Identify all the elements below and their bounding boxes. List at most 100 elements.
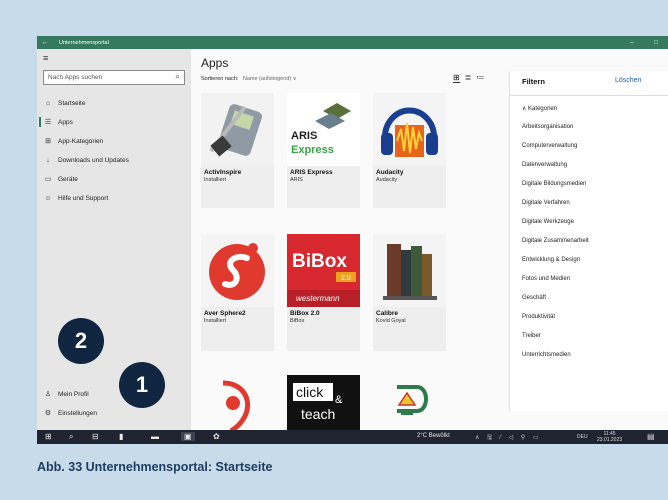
activinspire-logo-icon	[201, 93, 274, 166]
app-name: Calibre	[376, 310, 399, 317]
home-icon: ⌂	[45, 99, 51, 107]
category-item[interactable]: Digitale Bildungsmedien	[522, 181, 586, 187]
app-tile-aris-express[interactable]: ARIS Express ARIS Express ARIS	[287, 93, 360, 208]
weather-widget[interactable]: 2°C Bewölkt	[417, 433, 450, 439]
hamburger-menu-icon[interactable]: ≡	[43, 53, 48, 63]
category-item[interactable]: Fotos und Medien	[522, 276, 570, 282]
list-view-icon[interactable]: ≣	[465, 73, 472, 83]
category-item[interactable]: Treiber	[522, 333, 541, 339]
sidebar-item-label: Geräte	[58, 175, 78, 183]
title-bar: ← Unternehmensportal – □	[37, 36, 668, 49]
category-item[interactable]: Produktivität	[522, 314, 555, 320]
app-tile-partial-3[interactable]	[373, 375, 446, 444]
express-logo-text: Express	[291, 144, 334, 156]
main-content: Apps Sortieren nach: Name (aufsteigend) …	[191, 49, 668, 444]
sidebar-item-label: Downloads und Updates	[58, 156, 129, 164]
app-name: Audacity	[376, 169, 404, 176]
category-item[interactable]: Geschäft	[522, 295, 546, 301]
app-tile-calibre[interactable]: Calibre Kovid Goyal	[373, 234, 446, 351]
category-group-toggle[interactable]: ∧ Kategorien	[522, 105, 557, 112]
sort-control[interactable]: Sortieren nach: Name (aufsteigend) ∨	[201, 76, 297, 82]
filter-title: Filtern	[522, 77, 545, 86]
category-item[interactable]: Unterrichtsmedien	[522, 352, 571, 358]
callout-badge-1: 1	[119, 362, 165, 408]
sidebar-item-startseite[interactable]: ⌂ Startseite	[43, 96, 188, 110]
sidebar: ≡ Nach Apps suchen ⌕ ⌂ Startseite ☰ Apps…	[37, 49, 191, 430]
screenshot-frame: ← Unternehmensportal – □ ≡ Nach Apps suc…	[37, 36, 668, 444]
sort-dropdown[interactable]: Name (aufsteigend) ∨	[243, 76, 297, 82]
window-title: Unternehmensportal	[59, 39, 109, 46]
category-item[interactable]: Digitale Verfahren	[522, 200, 570, 206]
taskbar-app-icon[interactable]: ▮	[119, 432, 123, 441]
app-name: BiBox 2.0	[290, 310, 320, 317]
start-button[interactable]: ⊞	[45, 432, 52, 441]
teach-logo-text: teach	[301, 406, 335, 422]
taskbar-search-icon[interactable]: ⌕	[69, 432, 73, 442]
sidebar-item-hilfe[interactable]: ☺ Hilfe und Support	[43, 191, 188, 205]
category-item[interactable]: Datenverwaltung	[522, 162, 567, 168]
category-item[interactable]: Arbeitsorganisation	[522, 124, 573, 130]
system-tray-icons[interactable]: ∧ 🖫 ⁄ ◁ ⚲ ▭	[475, 433, 542, 443]
app-subtitle: Installiert	[204, 177, 227, 183]
sidebar-item-label: Hilfe und Support	[58, 194, 109, 202]
person-icon: ♙	[44, 391, 52, 398]
sidebar-item-apps[interactable]: ☰ Apps	[39, 115, 188, 129]
app-tile-aver-sphere2[interactable]: Aver Sphere2 Installiert	[201, 234, 274, 351]
calibre-logo-icon	[373, 234, 446, 307]
sidebar-item-label: Apps	[58, 118, 73, 126]
category-item[interactable]: Digitale Werkzeuge	[522, 219, 574, 225]
app-subtitle: Installiert	[204, 318, 227, 324]
app-tile-partial-1[interactable]	[201, 375, 274, 444]
maximize-button[interactable]: □	[644, 40, 668, 46]
grid-view-icon[interactable]: ⊞	[453, 73, 460, 83]
sidebar-item-downloads[interactable]: ↓ Downloads und Updates	[43, 153, 188, 167]
sidebar-item-label: Mein Profil	[58, 390, 89, 398]
sidebar-item-mein-profil[interactable]: ♙ Mein Profil	[43, 387, 188, 401]
app-tile-click-teach[interactable]: click & teach	[287, 375, 360, 444]
minimize-button[interactable]: –	[620, 40, 644, 46]
sort-label: Sortieren nach:	[201, 76, 239, 82]
view-switcher: ⊞ ≣ ≔	[453, 73, 484, 83]
app-subtitle: Kovid Goyal	[376, 318, 406, 324]
notification-icon[interactable]: ▤	[647, 432, 655, 441]
bibox-version-text: 2.0	[341, 275, 351, 282]
audacity-logo-icon	[373, 93, 446, 166]
figure-caption: Abb. 33 Unternehmensportal: Startseite	[37, 460, 273, 474]
category-item[interactable]: Entwicklung & Design	[522, 257, 580, 263]
search-placeholder: Nach Apps suchen	[48, 74, 103, 81]
category-item[interactable]: Computerverwaltung	[522, 143, 577, 149]
app-name: ActivInspire	[204, 169, 242, 176]
back-button[interactable]: ←	[37, 39, 53, 46]
sidebar-item-geraete[interactable]: ▭ Geräte	[43, 172, 188, 186]
search-icon[interactable]: ⌕	[176, 72, 180, 82]
category-item[interactable]: Digitale Zusammenarbeit	[522, 238, 589, 244]
sidebar-item-label: Einstellungen	[58, 409, 98, 417]
sidebar-item-einstellungen[interactable]: ⚙ Einstellungen	[43, 406, 188, 420]
bibox-logo-icon: BiBox 2.0 westermann	[287, 234, 360, 307]
language-indicator[interactable]: DEU	[577, 434, 588, 440]
search-input[interactable]: Nach Apps suchen ⌕	[43, 70, 185, 85]
app-tile-activinspire[interactable]: ActivInspire Installiert	[201, 93, 274, 208]
aris-logo-text: ARIS	[291, 130, 317, 142]
clock[interactable]: 11:45 23.01.2023	[597, 431, 622, 443]
download-icon: ↓	[46, 156, 50, 164]
app-tile-bibox[interactable]: BiBox 2.0 westermann BiBox 2.0 BiBox	[287, 234, 360, 351]
device-icon: ▭	[44, 176, 52, 183]
sidebar-item-app-kategorien[interactable]: ⊞ App-Kategorien	[43, 134, 188, 148]
app-name: Aver Sphere2	[204, 310, 246, 317]
app-tile-audacity[interactable]: Audacity Audacity	[373, 93, 446, 208]
divider	[510, 95, 668, 96]
app-subtitle: BiBox	[290, 318, 305, 324]
sidebar-item-label: Startseite	[58, 99, 86, 107]
settings-taskbar-icon[interactable]: ✿	[213, 432, 220, 441]
clear-filter-link[interactable]: Löschen	[615, 77, 641, 84]
file-explorer-icon[interactable]: ▬	[151, 432, 159, 441]
company-portal-taskbar-icon[interactable]: ▣	[181, 432, 195, 441]
ampersand-logo-text: &	[335, 394, 343, 406]
date: 23.01.2023	[597, 437, 623, 443]
compact-list-icon[interactable]: ≔	[476, 73, 484, 83]
task-view-icon[interactable]: ⊟	[92, 432, 99, 441]
app-subtitle: Audacity	[376, 177, 398, 183]
filter-panel: Filtern Löschen ∧ Kategorien Arbeitsorga…	[509, 71, 668, 411]
click-logo-text: click	[296, 384, 324, 400]
